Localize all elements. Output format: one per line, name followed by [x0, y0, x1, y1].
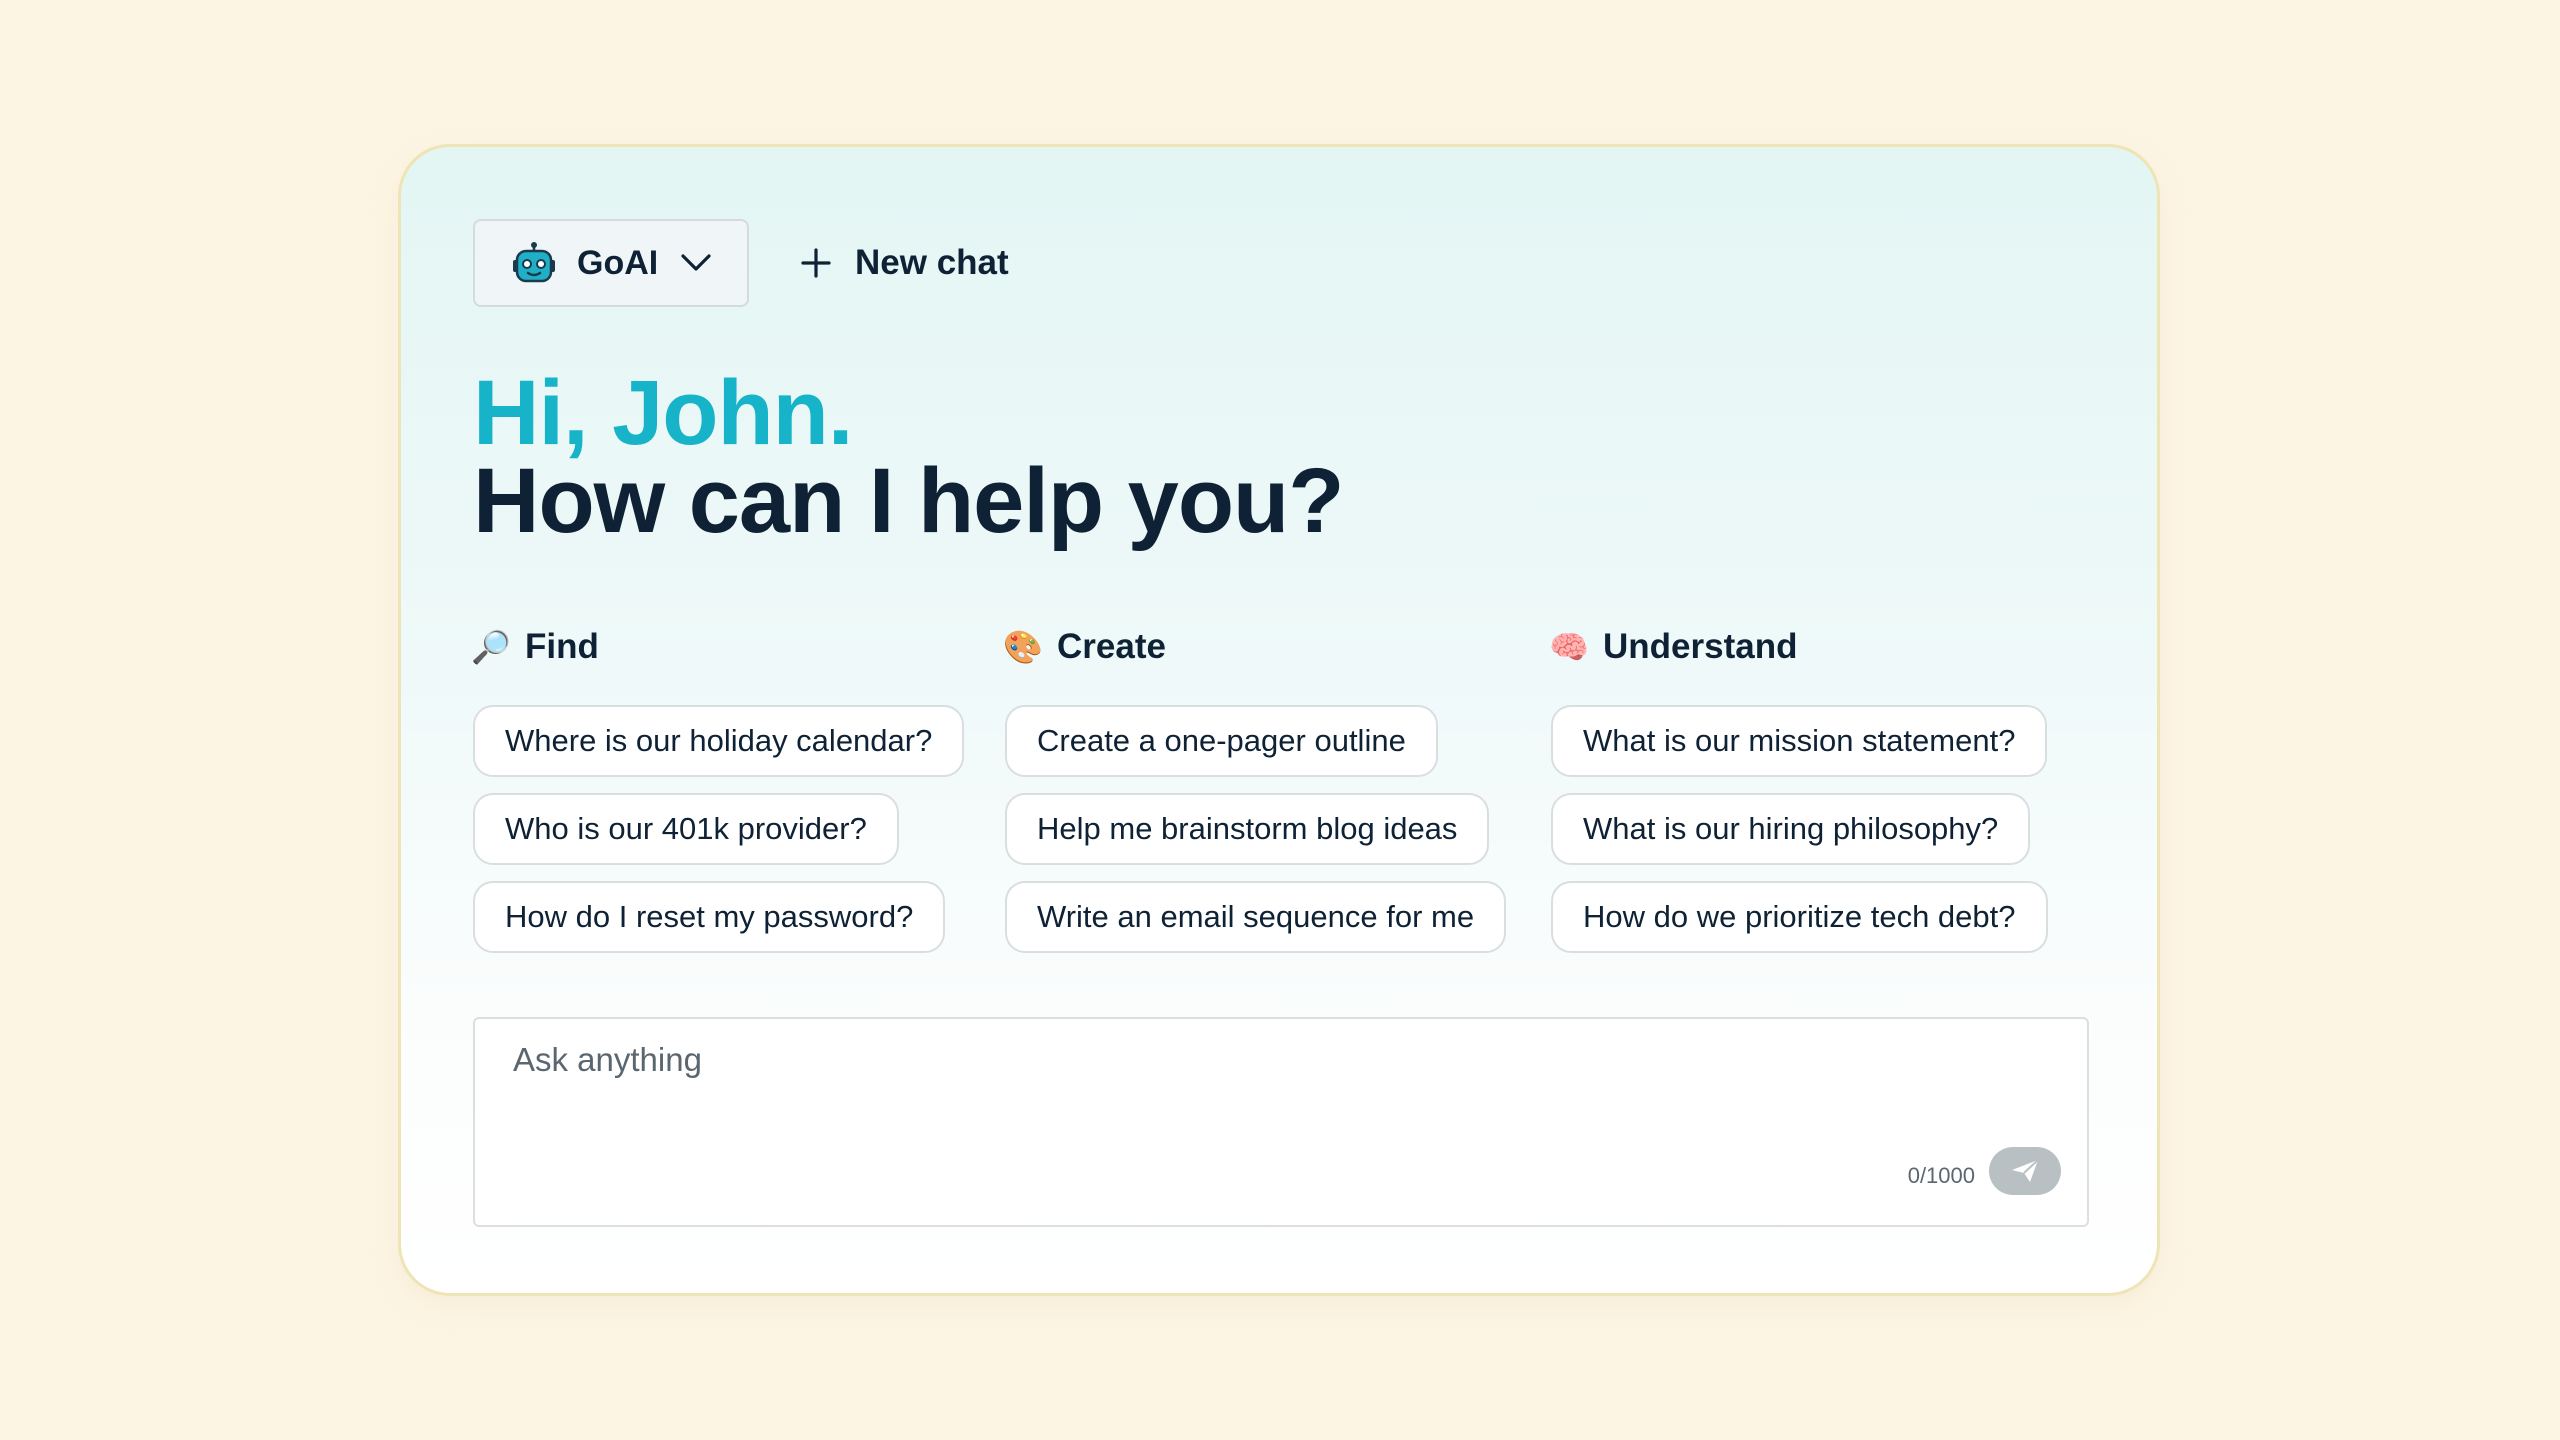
create-prompts: Create a one-pager outline Help me brain… — [1005, 705, 1507, 969]
message-input-box: 0/1000 — [473, 1017, 2089, 1227]
find-column: 🔎 Find Where is our holiday calendar? Wh… — [471, 619, 965, 969]
prompt-chip[interactable]: Help me brainstorm blog ideas — [1005, 793, 1490, 865]
top-bar: GoAI New chat — [473, 219, 1009, 307]
plus-icon — [801, 248, 831, 278]
chat-card: GoAI New chat Hi, John. How can I help y… — [398, 144, 2160, 1296]
new-chat-button[interactable]: New chat — [801, 243, 1009, 283]
model-selector-label: GoAI — [577, 243, 659, 282]
robot-icon — [513, 242, 555, 283]
prompt-chip[interactable]: Where is our holiday calendar? — [473, 705, 965, 777]
understand-header: 🧠 Understand — [1549, 619, 2048, 675]
understand-title: Understand — [1603, 627, 1798, 666]
create-header: 🎨 Create — [1003, 619, 1506, 675]
prompt-chip[interactable]: Create a one-pager outline — [1005, 705, 1438, 777]
palette-icon: 🎨 — [1003, 629, 1043, 665]
prompt-chip[interactable]: Write an email sequence for me — [1005, 881, 1507, 953]
understand-column: 🧠 Understand What is our mission stateme… — [1549, 619, 2048, 969]
greeting: Hi, John. How can I help you? — [473, 362, 1344, 552]
send-icon — [2012, 1159, 2039, 1182]
find-header: 🔎 Find — [471, 619, 964, 675]
create-title: Create — [1057, 627, 1166, 666]
message-input[interactable] — [513, 1041, 1913, 1121]
prompt-chip[interactable]: How do we prioritize tech debt? — [1551, 881, 2048, 953]
chevron-down-icon — [681, 254, 711, 271]
prompt-chip[interactable]: Who is our 401k provider? — [473, 793, 899, 865]
prompt-chip[interactable]: What is our mission statement? — [1551, 705, 2048, 777]
find-prompts: Where is our holiday calendar? Who is ou… — [473, 705, 965, 969]
find-title: Find — [525, 627, 599, 666]
send-button[interactable] — [1989, 1147, 2061, 1195]
character-counter: 0/1000 — [1907, 1163, 1975, 1188]
greeting-name: Hi, John. — [473, 362, 853, 464]
prompt-chip[interactable]: How do I reset my password? — [473, 881, 946, 953]
new-chat-label: New chat — [855, 243, 1009, 282]
magnifier-icon: 🔎 — [471, 629, 511, 665]
model-selector-button[interactable]: GoAI — [473, 219, 749, 307]
prompt-chip[interactable]: What is our hiring philosophy? — [1551, 793, 2031, 865]
create-column: 🎨 Create Create a one-pager outline Help… — [1003, 619, 1507, 969]
brain-icon: 🧠 — [1549, 629, 1589, 665]
greeting-question: How can I help you? — [473, 450, 1344, 552]
understand-prompts: What is our mission statement? What is o… — [1551, 705, 2048, 969]
